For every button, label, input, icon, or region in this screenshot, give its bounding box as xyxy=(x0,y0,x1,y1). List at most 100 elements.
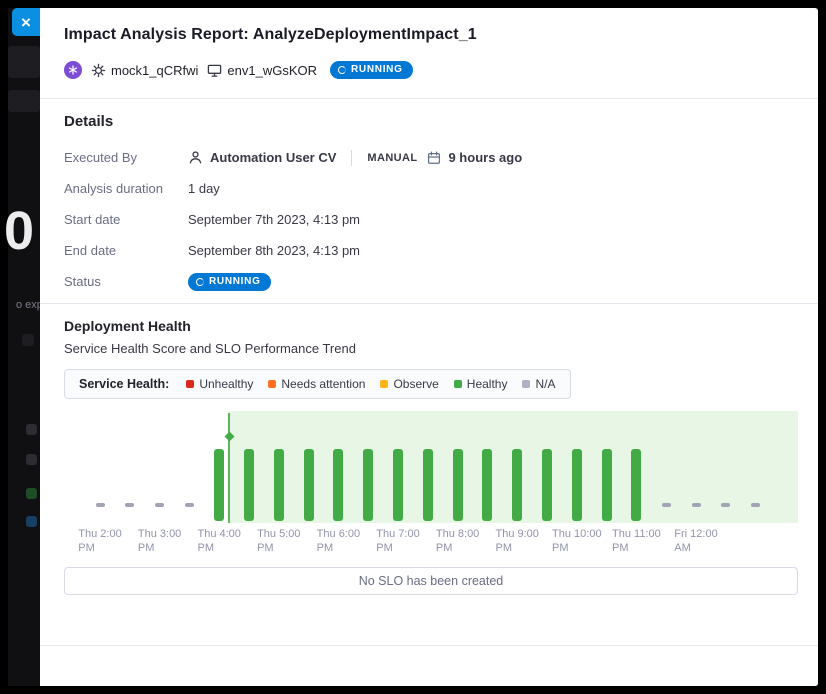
x-axis-label: Thu 10:00PM xyxy=(552,527,602,555)
deployment-health-heading: Deployment Health xyxy=(64,318,798,334)
legend-label: Healthy xyxy=(467,377,508,391)
report-meta-row: mock1_qCRfwi env1_wGsKOR RUNNING xyxy=(64,60,794,80)
health-bar-thu-4-00-pm[interactable] xyxy=(214,449,224,521)
modal-footer xyxy=(40,645,818,686)
x-axis-label: Thu 7:00PM xyxy=(376,527,419,555)
legend-label: Observe xyxy=(393,377,438,391)
detail-row-status: Status RUNNING xyxy=(64,266,798,297)
impact-analysis-report-modal: Impact Analysis Report: AnalyzeDeploymen… xyxy=(40,8,818,686)
running-spinner-icon xyxy=(196,278,204,286)
legend-items: Unhealthy Needs attention Observe Healthy N/… xyxy=(186,377,555,391)
environment-monitor-icon xyxy=(207,63,222,78)
health-bar-fri-12-30-am[interactable] xyxy=(721,503,730,507)
health-bar-thu-11-30-pm[interactable] xyxy=(662,503,671,507)
background-panel-fragment xyxy=(8,90,40,112)
legend-swatch-icon xyxy=(380,380,388,388)
health-bar-thu-5-00-pm[interactable] xyxy=(274,449,284,521)
detail-label: Executed By xyxy=(64,150,188,165)
executed-time-ago: 9 hours ago xyxy=(448,150,522,165)
status-badge: RUNNING xyxy=(330,61,413,79)
detail-row-end-date: End date September 8th 2023, 4:13 pm xyxy=(64,235,798,266)
details-heading: Details xyxy=(64,113,798,130)
health-bar-thu-3-30-pm[interactable] xyxy=(185,503,194,507)
health-bar-thu-9-30-pm[interactable] xyxy=(542,449,552,521)
chart-subtitle: Service Health Score and SLO Performance… xyxy=(64,341,798,356)
close-button[interactable]: × xyxy=(12,8,40,36)
calendar-icon xyxy=(427,151,441,165)
background-icon-fragment xyxy=(26,488,37,499)
health-bar-thu-10-00-pm[interactable] xyxy=(572,449,582,521)
deployment-marker-line[interactable] xyxy=(228,413,230,523)
trigger-type: MANUAL xyxy=(367,152,417,164)
health-bar-fri-12-00-am[interactable] xyxy=(692,503,701,507)
status-badge-label: RUNNING xyxy=(209,273,261,291)
legend-swatch-icon xyxy=(268,380,276,388)
deployment-health-section: Deployment Health Service Health Score a… xyxy=(40,304,818,595)
x-axis-label: Thu 2:00PM xyxy=(78,527,121,555)
detail-label: Analysis duration xyxy=(64,181,188,196)
detail-row-analysis-duration: Analysis duration 1 day xyxy=(64,173,798,204)
status-badge-label: RUNNING xyxy=(351,61,403,79)
health-bar-thu-3-00-pm[interactable] xyxy=(155,503,164,507)
executed-by-user: Automation User CV xyxy=(210,150,336,165)
modal-header: Impact Analysis Report: AnalyzeDeploymen… xyxy=(40,8,818,80)
health-bar-fri-1-00-am[interactable] xyxy=(751,503,760,507)
x-axis-label: Thu 11:00PM xyxy=(612,527,661,555)
service-name: mock1_qCRfwi xyxy=(111,63,198,78)
background-stat-number: 0 xyxy=(4,204,34,258)
service-reliability-module-icon xyxy=(64,61,82,79)
background-icon-fragment xyxy=(26,454,37,465)
x-axis-label: Thu 6:00PM xyxy=(317,527,360,555)
x-axis-label: Thu 5:00PM xyxy=(257,527,300,555)
page-title: Impact Analysis Report: AnalyzeDeploymen… xyxy=(64,24,794,46)
legend-item-healthy: Healthy xyxy=(454,377,508,391)
analysis-duration-value: 1 day xyxy=(188,181,220,196)
background-icon-fragment xyxy=(22,334,34,346)
health-bar-thu-4-30-pm[interactable] xyxy=(244,449,254,521)
no-slo-message: No SLO has been created xyxy=(64,567,798,595)
executed-by-value: Automation User CV MANUAL 9 hours ago xyxy=(188,150,522,166)
value-divider xyxy=(351,150,352,166)
background-panel-fragment xyxy=(8,46,40,78)
detail-label: Start date xyxy=(64,212,188,227)
status-badge: RUNNING xyxy=(188,273,271,291)
chart-plot-area xyxy=(64,411,798,523)
detail-row-executed-by: Executed By Automation User CV MANUAL xyxy=(64,142,798,173)
health-bar-thu-8-00-pm[interactable] xyxy=(453,449,463,521)
x-axis-label: Thu 8:00PM xyxy=(436,527,479,555)
health-bar-thu-7-30-pm[interactable] xyxy=(423,449,433,521)
health-bar-thu-5-30-pm[interactable] xyxy=(304,449,314,521)
x-axis-label: Thu 4:00PM xyxy=(197,527,240,555)
health-bar-thu-2-00-pm[interactable] xyxy=(96,503,105,507)
health-bar-thu-8-30-pm[interactable] xyxy=(482,449,492,521)
legend-title: Service Health: xyxy=(79,377,169,391)
service-health-legend: Service Health: Unhealthy Needs attention… xyxy=(64,369,571,399)
detail-row-start-date: Start date September 7th 2023, 4:13 pm xyxy=(64,204,798,235)
health-bar-thu-6-00-pm[interactable] xyxy=(333,449,343,521)
environment[interactable]: env1_wGsKOR xyxy=(207,63,317,78)
legend-label: Needs attention xyxy=(281,377,365,391)
legend-swatch-icon xyxy=(186,380,194,388)
health-bar-thu-11-00-pm[interactable] xyxy=(631,449,641,521)
end-date-value: September 8th 2023, 4:13 pm xyxy=(188,243,360,258)
x-axis-label: Thu 3:00PM xyxy=(138,527,181,555)
user-icon xyxy=(188,150,203,165)
health-bar-thu-6-30-pm[interactable] xyxy=(363,449,373,521)
deployment-health-chart: Thu 2:00PM Thu 3:00PM Thu 4:00PM Thu 5:00PM… xyxy=(64,411,798,559)
legend-item-unhealthy: Unhealthy xyxy=(186,377,253,391)
legend-item-n-a: N/A xyxy=(522,377,555,391)
health-bar-thu-7-00-pm[interactable] xyxy=(393,449,403,521)
x-axis-label: Fri 12:00AM xyxy=(674,527,717,555)
detail-label: Status xyxy=(64,274,188,289)
background-icon-fragment xyxy=(26,516,37,527)
x-axis-label: Thu 9:00PM xyxy=(495,527,538,555)
legend-label: Unhealthy xyxy=(199,377,253,391)
health-bar-thu-10-30-pm[interactable] xyxy=(602,449,612,521)
health-bar-thu-9-00-pm[interactable] xyxy=(512,449,522,521)
health-bar-thu-2-30-pm[interactable] xyxy=(125,503,134,507)
status-value: RUNNING xyxy=(188,273,271,291)
legend-item-observe: Observe xyxy=(380,377,438,391)
legend-label: N/A xyxy=(535,377,555,391)
environment-name: env1_wGsKOR xyxy=(227,63,317,78)
monitored-service[interactable]: mock1_qCRfwi xyxy=(91,63,198,78)
